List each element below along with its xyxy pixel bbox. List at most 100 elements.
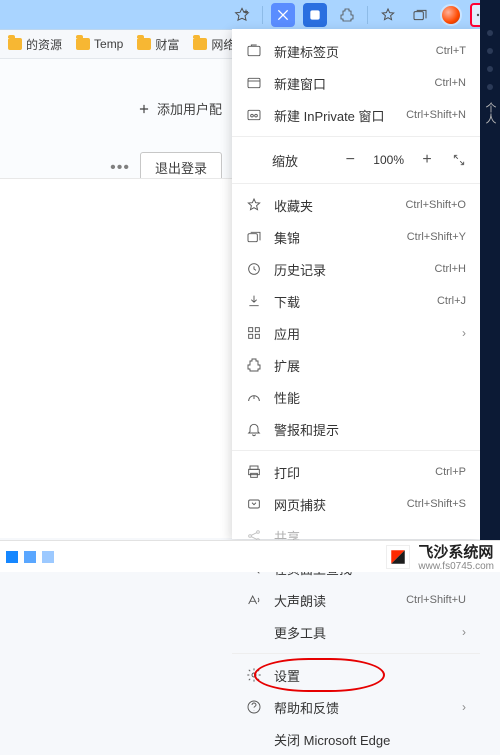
print-icon [246,464,262,480]
extension1-icon[interactable] [271,3,295,27]
bell-icon [246,421,262,437]
menu-downloads[interactable]: 下载 Ctrl+J [232,285,480,317]
strip-label: 个人 [482,102,498,124]
menu-more-tools[interactable]: 更多工具 › [232,616,480,648]
new-window-icon [246,75,262,91]
menu-performance[interactable]: 性能 [232,381,480,413]
apps-icon [246,325,262,341]
chevron-right-icon: › [462,625,466,639]
menu-label: 网页捕获 [274,495,395,514]
bookmark-label: Temp [94,37,123,51]
menu-label: 帮助和反馈 [274,698,450,717]
menu-label: 历史记录 [274,260,423,279]
menu-label: 性能 [274,388,466,407]
bookmark-label: 的资源 [26,36,62,53]
brand-url: www.fs0745.com [418,561,494,572]
menu-label: 集锦 [274,228,395,247]
blank-area [0,178,232,538]
menu-label: 大声朗读 [274,591,394,610]
menu-shortcut: Ctrl+J [437,295,466,307]
menu-shortcut: Ctrl+N [435,77,466,89]
strip-dot-icon [487,48,493,54]
menu-label: 下载 [274,292,425,311]
browser-toolbar [0,0,500,30]
menu-shortcut: Ctrl+P [435,466,466,478]
extensions-icon[interactable] [335,3,359,27]
menu-history[interactable]: 历史记录 Ctrl+H [232,253,480,285]
history-icon [246,261,262,277]
menu-collections[interactable]: 集锦 Ctrl+Shift+Y [232,221,480,253]
menu-label: 关闭 Microsoft Edge [274,730,466,749]
menu-extensions[interactable]: 扩展 [232,349,480,381]
profile-avatar-icon[interactable] [440,4,462,26]
menu-label: 新建 InPrivate 窗口 [274,106,394,125]
bookmark-folder[interactable]: 财富 [133,34,183,55]
logout-label: 退出登录 [155,161,207,176]
taskbar-icon[interactable] [6,551,18,563]
menu-label: 打印 [274,463,423,482]
chevron-right-icon: › [462,326,466,340]
fullscreen-button[interactable] [446,147,472,173]
menu-label: 新建标签页 [274,42,424,61]
extension2-icon[interactable] [303,3,327,27]
menu-read-aloud[interactable]: 大声朗读 Ctrl+Shift+U [232,584,480,616]
menu-new-inprivate[interactable]: 新建 InPrivate 窗口 Ctrl+Shift+N [232,99,480,131]
menu-shortcut: Ctrl+Shift+U [406,594,466,606]
toolbar-separator [262,6,263,24]
zoom-label: 缩放 [246,151,298,170]
menu-label: 新建窗口 [274,74,423,93]
zoom-out-button[interactable]: − [337,147,363,173]
menu-alerts[interactable]: 警报和提示 [232,413,480,445]
menu-print[interactable]: 打印 Ctrl+P [232,456,480,488]
menu-favorites[interactable]: 收藏夹 Ctrl+Shift+O [232,189,480,221]
strip-dot-icon [487,84,493,90]
inprivate-icon [246,107,262,123]
watermark: 飞沙系统网 www.fs0745.com [386,541,500,572]
logo-icon [386,545,410,569]
help-icon [246,699,262,715]
collections-icon [246,229,262,245]
menu-label: 收藏夹 [274,196,393,215]
performance-icon [246,389,262,405]
star-icon [246,197,262,213]
menu-shortcut: Ctrl+Shift+S [407,498,466,510]
menu-shortcut: Ctrl+T [436,45,466,57]
bookmark-folder[interactable]: 的资源 [4,34,66,55]
add-favorite-icon[interactable] [230,3,254,27]
menu-capture[interactable]: 网页捕获 Ctrl+Shift+S [232,488,480,520]
plus-icon [137,102,151,116]
menu-label: 设置 [274,666,466,685]
menu-apps[interactable]: 应用 › [232,317,480,349]
puzzle-icon [246,357,262,373]
zoom-value: 100% [369,153,408,167]
add-profile-row[interactable]: 添加用户配 [0,59,232,130]
zoom-in-button[interactable]: + [414,147,440,173]
taskbar-icon[interactable] [24,551,36,563]
collections-icon[interactable] [408,3,432,27]
menu-help[interactable]: 帮助和反馈 › [232,691,480,723]
chevron-right-icon: › [462,700,466,714]
download-icon [246,293,262,309]
menu-zoom: 缩放 − 100% + [232,142,480,178]
more-options-icon[interactable]: ••• [110,159,130,177]
menu-label: 扩展 [274,356,466,375]
menu-shortcut: Ctrl+Shift+Y [407,231,466,243]
menu-label: 应用 [274,324,450,343]
menu-new-tab[interactable]: 新建标签页 Ctrl+T [232,35,480,67]
strip-dot-icon [487,66,493,72]
favorites-icon[interactable] [376,3,400,27]
taskbar-icon[interactable] [42,551,54,563]
menu-close-edge[interactable]: 关闭 Microsoft Edge [232,723,480,755]
menu-new-window[interactable]: 新建窗口 Ctrl+N [232,67,480,99]
new-tab-icon [246,43,262,59]
menu-label: 警报和提示 [274,420,466,439]
brand-name: 飞沙系统网 [418,541,494,562]
footer-bar: 飞沙系统网 www.fs0745.com [0,540,500,572]
gear-icon [246,667,262,683]
menu-settings[interactable]: 设置 [232,659,480,691]
toolbar-separator [367,6,368,24]
bookmark-folder[interactable]: Temp [72,35,127,53]
blank-icon [246,731,262,747]
read-aloud-icon [246,592,262,608]
menu-shortcut: Ctrl+Shift+O [405,199,466,211]
